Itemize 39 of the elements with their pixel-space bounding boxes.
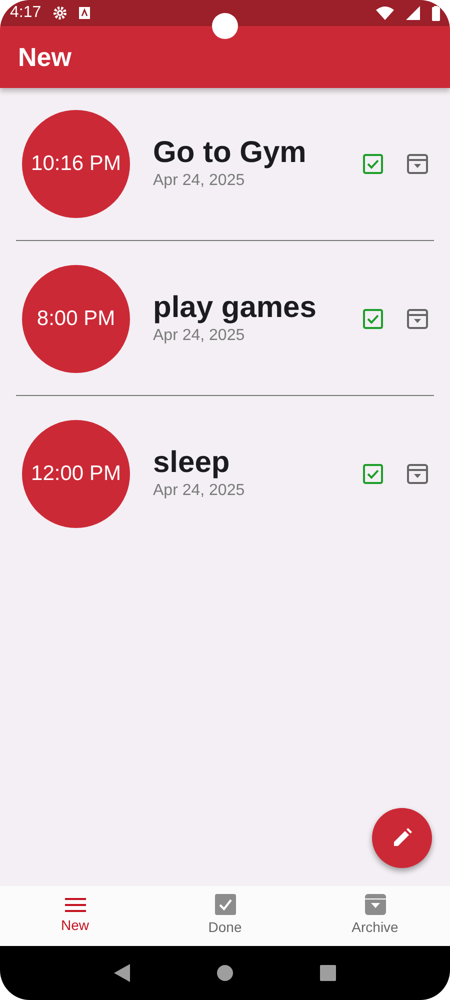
back-icon[interactable]: [114, 964, 130, 982]
task-title: play games: [153, 290, 318, 324]
nav-tab[interactable]: Archive: [300, 886, 450, 946]
done-button[interactable]: [363, 464, 383, 484]
battery-icon: [432, 6, 440, 20]
recents-icon[interactable]: [320, 965, 336, 981]
archive-icon: [407, 154, 428, 174]
edit-button[interactable]: [372, 808, 432, 868]
pencil-icon: [392, 828, 412, 848]
home-icon[interactable]: [216, 965, 233, 981]
task-title: sleep: [153, 446, 231, 478]
done-button[interactable]: [363, 154, 383, 174]
time-circle: 12:00 PM: [22, 420, 130, 528]
app-title: New: [18, 40, 72, 74]
checkbox-icon: [363, 154, 383, 174]
archive-icon: [407, 309, 428, 329]
archive-button[interactable]: [407, 154, 428, 174]
task-date: Apr 24, 2025: [153, 170, 246, 190]
signal-icon: [406, 6, 420, 20]
task-date: Apr 24, 2025: [153, 326, 246, 346]
checkbox-icon: [214, 894, 236, 915]
wifi-icon: [376, 6, 394, 20]
time-circle: 8:00 PM: [22, 265, 130, 373]
nav-tab[interactable]: Done: [150, 886, 300, 946]
status-time: 4:17: [10, 3, 42, 23]
task-title: Go to Gym: [153, 136, 308, 168]
archive-icon: [407, 464, 428, 484]
keyboard-icon: [79, 7, 90, 19]
checkbox-icon: [363, 464, 383, 484]
archive-button[interactable]: [407, 464, 428, 484]
task-date: Apr 24, 2025: [153, 480, 246, 500]
archive-button[interactable]: [407, 309, 428, 329]
menu-icon: [64, 896, 86, 912]
checkbox-icon: [363, 309, 383, 329]
done-button[interactable]: [363, 309, 383, 329]
time-circle: 10:16 PM: [22, 110, 130, 218]
archive-icon: [364, 894, 386, 915]
gear-icon: [53, 6, 68, 20]
nav-tab[interactable]: New: [0, 886, 150, 946]
